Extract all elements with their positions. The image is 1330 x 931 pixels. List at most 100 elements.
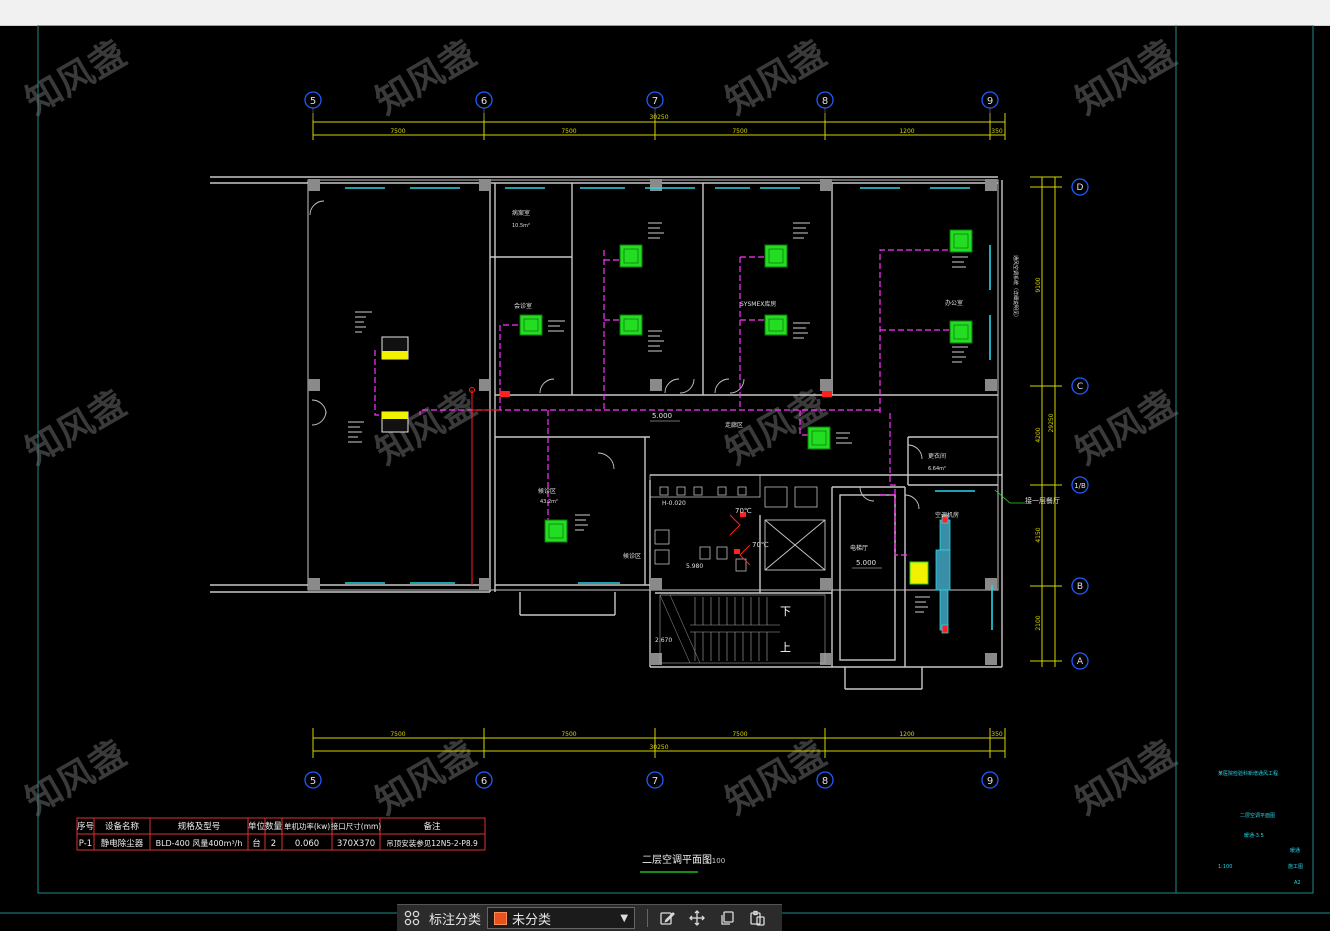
svg-text:接口尺寸(mm): 接口尺寸(mm) (331, 821, 382, 831)
move-button[interactable] (682, 905, 712, 931)
svg-text:70℃: 70℃ (735, 507, 752, 515)
svg-text:规格及型号: 规格及型号 (178, 821, 221, 832)
callout-leader (994, 489, 1025, 504)
svg-text:8: 8 (822, 96, 828, 107)
svg-text:接一层餐厅: 接一层餐厅 (1025, 496, 1060, 505)
chevron-down-icon: ▼ (620, 912, 629, 924)
svg-text:知风盏: 知风盏 (19, 33, 133, 123)
svg-text:下: 下 (780, 605, 791, 618)
copy-icon (721, 911, 734, 925)
copy-button[interactable] (712, 905, 742, 931)
svg-text:电梯厅: 电梯厅 (850, 544, 868, 552)
svg-text:BLD-400 风量400m³/h: BLD-400 风量400m³/h (156, 839, 243, 848)
right-dimensions (1030, 176, 1062, 667)
svg-text:空调机房: 空调机房 (935, 511, 959, 519)
watermark-layer: 知风盏 知风盏 知风盏 知风盏 知风盏 知风盏 知风盏 知风盏 知风盏 知风盏 … (19, 33, 1183, 823)
ac-unit (909, 561, 929, 585)
svg-text:29250: 29250 (1048, 413, 1055, 432)
svg-text:1/B: 1/B (1074, 482, 1086, 490)
fire-line (471, 390, 751, 585)
svg-text:6: 6 (481, 776, 487, 787)
fcu-9 (544, 519, 568, 543)
annotation-toolbar: 标注分类 未分类 ▼ (397, 904, 782, 931)
svg-text:1200: 1200 (899, 128, 914, 135)
svg-text:1:100: 1:100 (705, 857, 725, 865)
svg-text:数量: 数量 (265, 821, 283, 832)
equipment-table: 序号 设备名称 规格及型号 单位 数量 单机功率(kw) 接口尺寸(mm) 备注… (76, 817, 486, 851)
svg-text:30250: 30250 (649, 114, 668, 121)
svg-text:4200: 4200 (1035, 427, 1042, 442)
svg-text:某医院检验科新增通风工程: 某医院检验科新增通风工程 (1218, 770, 1278, 777)
category-dropdown[interactable]: 未分类 ▼ (487, 907, 636, 929)
right-note: 通风空调系统（详细说明见） (1012, 255, 1019, 320)
svg-text:上: 上 (780, 641, 791, 654)
svg-text:370X370: 370X370 (337, 839, 375, 849)
title-block: 某医院检验科新增通风工程 二层空调平面图 暖通-3.5 暖通 1:100 施工图… (1218, 770, 1303, 886)
svg-text:设备名称: 设备名称 (105, 821, 140, 832)
svg-text:更衣间: 更衣间 (928, 452, 946, 460)
svg-text:7500: 7500 (732, 731, 747, 738)
svg-text:9: 9 (987, 776, 993, 787)
drawing-title: 二层空调平面图 1:100 (640, 853, 725, 873)
category-color-swatch (494, 911, 508, 925)
top-dimension-labels: 7500 7500 7500 1200 350 30250 (390, 114, 1003, 135)
drawing-canvas[interactable]: 知风盏 知风盏 知风盏 知风盏 知风盏 知风盏 知风盏 知风盏 知风盏 知风盏 … (0, 25, 1330, 930)
svg-text:7: 7 (652, 776, 658, 787)
edit-annotation-button[interactable] (652, 905, 682, 931)
fcu-5 (764, 314, 788, 336)
svg-text:施工图: 施工图 (1288, 863, 1303, 870)
grid-view-button[interactable] (397, 905, 427, 931)
svg-text:知风盏: 知风盏 (1069, 33, 1183, 123)
svg-text:4150: 4150 (1035, 527, 1042, 542)
svg-text:知风盏: 知风盏 (1069, 383, 1183, 473)
svg-text:9: 9 (987, 96, 993, 107)
svg-text:二层空调平面图: 二层空调平面图 (642, 853, 712, 866)
svg-text:候诊区: 候诊区 (538, 487, 556, 495)
svg-text:走廊区: 走廊区 (725, 421, 743, 429)
title-bar (0, 0, 1330, 26)
svg-text:43.2m²: 43.2m² (540, 499, 558, 505)
svg-text:静电除尘器: 静电除尘器 (101, 838, 144, 849)
svg-text:A2: A2 (1294, 880, 1301, 886)
supply-duct (935, 514, 951, 634)
svg-text:二层空调平面图: 二层空调平面图 (1240, 812, 1275, 819)
svg-text:知风盏: 知风盏 (369, 733, 483, 823)
stair-labels: 下 上 (780, 605, 791, 654)
svg-text:A: A (1077, 657, 1084, 667)
svg-text:2: 2 (271, 839, 276, 849)
toilet-fixtures (649, 474, 818, 572)
svg-text:5.980: 5.980 (686, 563, 703, 570)
move-icon (689, 910, 705, 926)
paste-button[interactable] (742, 905, 772, 931)
fcu-6 (949, 229, 973, 253)
bottom-dimension-labels: 7500 7500 7500 1200 350 30250 (390, 731, 1003, 751)
right-axis-bubbles (1071, 178, 1089, 670)
fcu-3 (619, 314, 643, 336)
svg-text:知风盏: 知风盏 (1069, 733, 1183, 823)
svg-text:病案室: 病案室 (512, 209, 530, 217)
svg-text:P-1: P-1 (79, 839, 92, 849)
svg-text:8: 8 (822, 776, 828, 787)
svg-text:5: 5 (310, 776, 316, 787)
svg-text:7500: 7500 (390, 128, 405, 135)
paste-icon (750, 910, 765, 926)
svg-text:吊顶安装参见12N5-2-P8.9: 吊顶安装参见12N5-2-P8.9 (386, 838, 478, 848)
svg-text:SYSMEX库房: SYSMEX库房 (740, 300, 776, 308)
svg-text:会诊室: 会诊室 (514, 302, 532, 310)
svg-text:5.000: 5.000 (652, 412, 672, 420)
fcu-7 (949, 320, 973, 344)
svg-text:70℃: 70℃ (752, 541, 769, 549)
svg-text:7500: 7500 (561, 128, 576, 135)
svg-text:单机功率(kw): 单机功率(kw) (284, 821, 330, 831)
fcu-4 (764, 244, 788, 268)
annotation-category-label: 标注分类 (429, 912, 482, 928)
svg-text:知风盏: 知风盏 (719, 33, 833, 123)
svg-text:单位: 单位 (248, 821, 266, 832)
svg-text:知风盏: 知风盏 (19, 383, 133, 473)
svg-text:5.000: 5.000 (856, 559, 876, 567)
floor-plan-walls (210, 176, 1003, 690)
category-selected-value: 未分类 (512, 912, 552, 928)
fcu-2 (619, 244, 643, 268)
svg-text:1:100: 1:100 (1218, 864, 1232, 870)
svg-text:2100: 2100 (1035, 615, 1042, 630)
